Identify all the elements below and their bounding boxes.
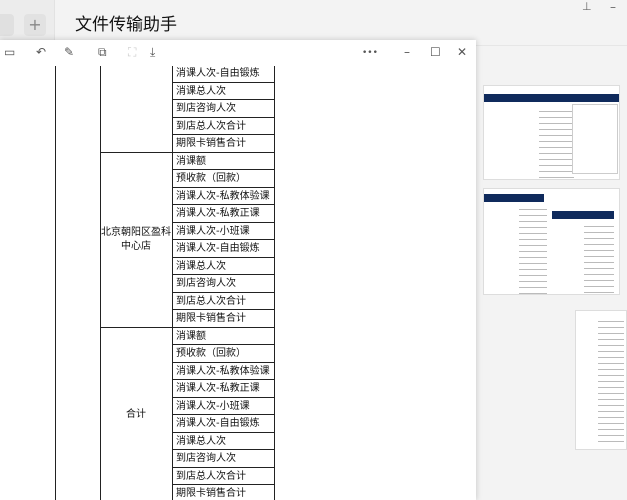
tab-strip: + <box>0 0 55 40</box>
table-cell: 期限卡销售合计 <box>172 135 275 153</box>
table-image: 消课人次-自由锻炼 消课总人次 到店咨询人次 到店总人次合计 期限卡销售合计 消课额 预收… <box>0 66 476 500</box>
table-cell: 消课总人次 <box>172 257 275 275</box>
table-cell: 消课人次-私教正课 <box>172 205 275 223</box>
table-cell: 消课人次-小班课 <box>172 397 275 415</box>
add-tab-button[interactable]: + <box>24 14 46 36</box>
table-cell: 到店总人次合计 <box>172 292 275 310</box>
table-cell: 消课人次-自由锻炼 <box>172 66 275 83</box>
table-cell: 消课人次-私教体验课 <box>172 362 275 380</box>
table-cell: 期限卡销售合计 <box>172 485 275 500</box>
table-cell: 消课额 <box>172 327 275 345</box>
image-viewer: ▭ ↶ ✎ ⧉ ⛶ ⤓ ••• – ☐ ✕ 消课人次-自由锻炼 消课总人次 到店咨… <box>0 40 476 500</box>
table-cell: 预收款（回款） <box>172 345 275 363</box>
table-cell: 消课人次-私教正课 <box>172 380 275 398</box>
table-cell: 消课总人次 <box>172 82 275 100</box>
table-cell: 到店总人次合计 <box>172 467 275 485</box>
table-cell: 预收款（回款） <box>172 170 275 188</box>
group-cell: 合计 <box>100 328 172 500</box>
copy-icon[interactable]: ⧉ <box>98 45 107 60</box>
window-minimize-button[interactable]: – <box>610 0 616 14</box>
group-cell: 北京朝阳区盈科中心店 <box>100 153 172 328</box>
table-cell: 消课人次-小班课 <box>172 222 275 240</box>
viewer-toolbar: ▭ ↶ ✎ ⧉ ⛶ ⤓ ••• – ☐ ✕ <box>0 40 476 66</box>
thumbnail-1[interactable] <box>483 85 620 180</box>
thumbnail-2[interactable] <box>483 188 620 295</box>
rotate-icon[interactable]: ↶ <box>36 45 46 59</box>
viewer-minimize-button[interactable]: – <box>404 45 410 59</box>
thumbnail-3[interactable] <box>575 310 627 450</box>
edit-icon[interactable]: ✎ <box>64 45 74 59</box>
pin-icon[interactable]: ⊥ <box>582 0 592 13</box>
table-cell: 到店总人次合计 <box>172 117 275 135</box>
table-cell: 到店咨询人次 <box>172 450 275 468</box>
viewer-close-button[interactable]: ✕ <box>457 45 467 59</box>
group-cell <box>100 83 172 153</box>
table-cell: 到店咨询人次 <box>172 100 275 118</box>
table-line <box>55 66 56 500</box>
table-cell: 消课总人次 <box>172 432 275 450</box>
tab[interactable] <box>0 14 14 36</box>
table-cell: 消课人次-私教体验课 <box>172 187 275 205</box>
table-cell: 期限卡销售合计 <box>172 310 275 328</box>
table-cell: 到店咨询人次 <box>172 275 275 293</box>
viewer-maximize-button[interactable]: ☐ <box>430 45 441 59</box>
fit-icon[interactable]: ▭ <box>4 45 15 59</box>
table-cell: 消课人次-自由锻炼 <box>172 415 275 433</box>
more-button[interactable]: ••• <box>362 48 378 58</box>
download-icon[interactable]: ⤓ <box>150 45 155 60</box>
table-cell: 消课人次-自由锻炼 <box>172 240 275 258</box>
thumbnail-panel <box>476 40 627 500</box>
chat-title: 文件传输助手 <box>75 15 177 35</box>
table-cell: 消课额 <box>172 152 275 170</box>
extract-text-icon[interactable]: ⛶ <box>128 45 136 60</box>
